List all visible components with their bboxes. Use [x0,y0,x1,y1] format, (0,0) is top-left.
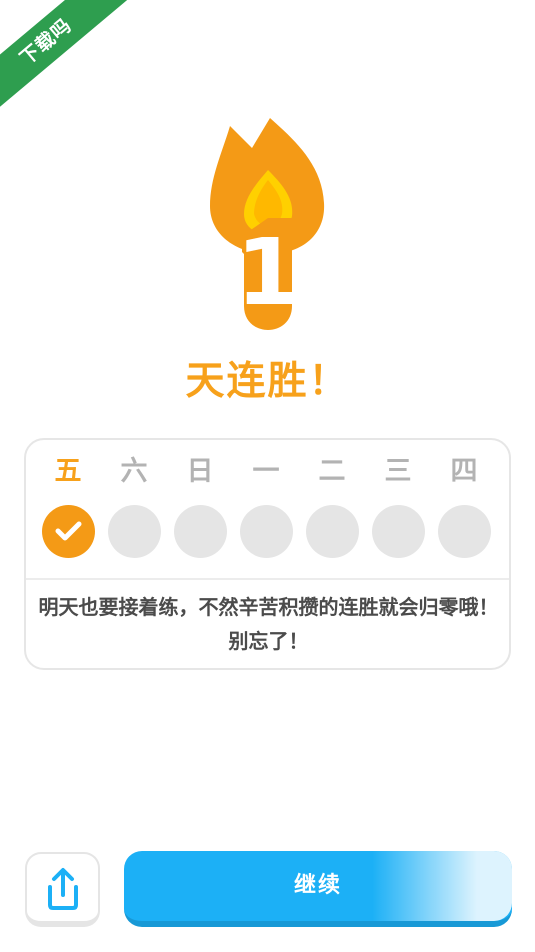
weekday-label: 日 [186,456,214,487]
streak-flame-icon: 1 [210,118,325,330]
share-icon [48,868,78,910]
checkmark-icon [55,521,82,541]
button-glare [372,851,512,921]
streak-count: 1 [236,219,300,326]
weekday-label: 三 [384,456,412,487]
share-button[interactable] [25,852,100,927]
streak-reminder-text: 明天也要接着练，不然辛苦积攒的连胜就会归零哦！别忘了！ [38,595,499,653]
day-status-empty [438,505,491,558]
day-status-empty [240,505,293,558]
weekday-label: 六 [120,456,148,487]
day-status-empty [174,505,227,558]
day-status-completed [42,505,95,558]
continue-button[interactable]: 继续 [124,851,512,927]
weekday-label: 二 [318,456,346,487]
weekday-row: 五 六 日 一 二 三 四 [26,452,509,492]
day-status-empty [306,505,359,558]
day-status-empty [108,505,161,558]
weekday-label: 四 [450,456,478,487]
weekday-label: 一 [252,456,280,487]
day-status-empty [372,505,425,558]
streak-title: 天连胜！ [185,359,350,404]
watermark-ribbon: 下载吗 [0,0,130,110]
watermark-label: 下载吗 [0,0,128,110]
week-card: 五 六 日 一 二 三 四 明天也要接着练，不然辛苦积攒的连胜就会归零哦！别忘了… [24,438,511,670]
card-divider [26,578,509,580]
continue-button-label: 继续 [293,873,342,898]
weekday-label: 五 [54,456,82,487]
